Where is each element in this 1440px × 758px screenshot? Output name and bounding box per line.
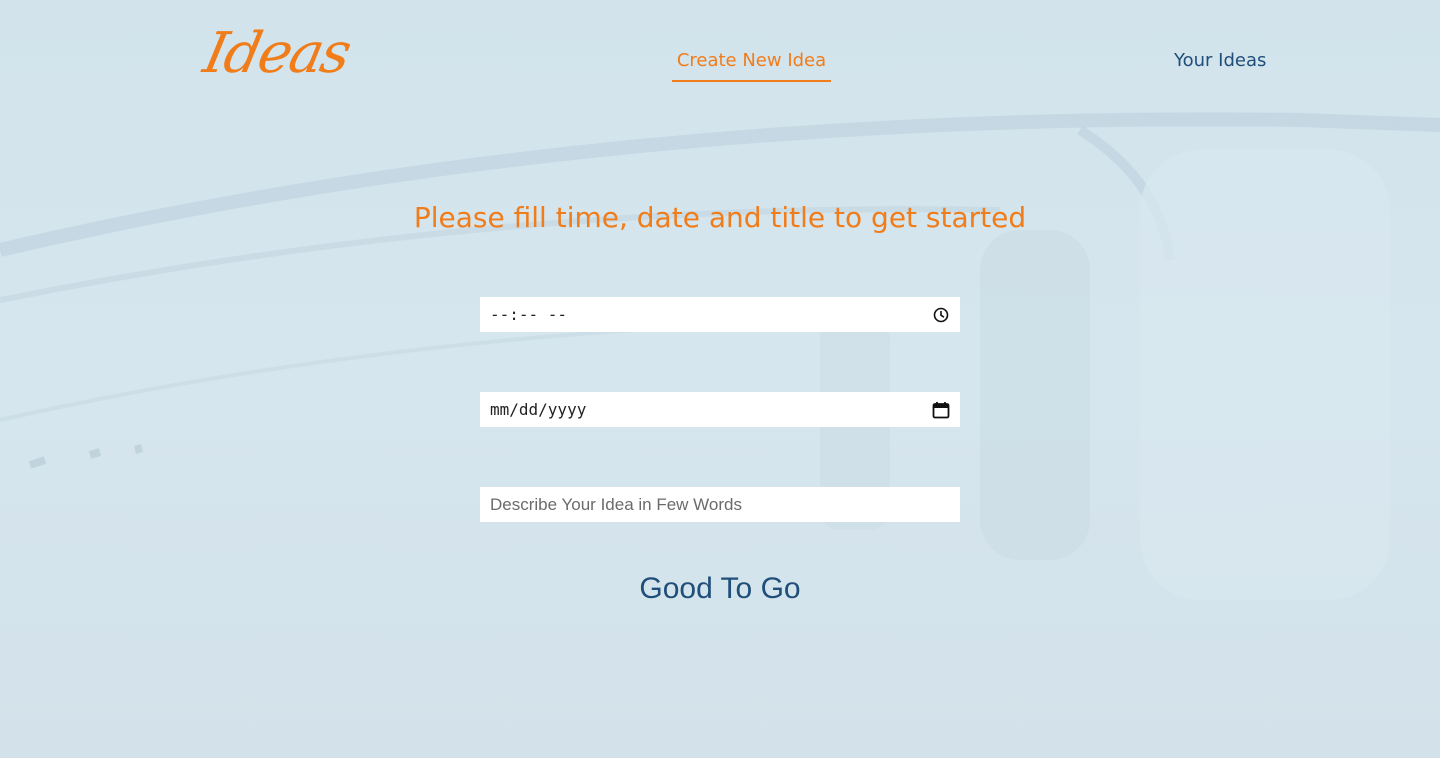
date-input[interactable]: mm/dd/yyyy bbox=[480, 392, 960, 427]
time-input-value: --:-- -- bbox=[490, 305, 568, 324]
submit-container: Good To Go bbox=[0, 568, 1440, 610]
background-image bbox=[0, 0, 1440, 758]
nav-your-ideas[interactable]: Your Ideas bbox=[1174, 48, 1266, 74]
clock-icon[interactable] bbox=[932, 306, 950, 324]
nav-create-new-idea[interactable]: Create New Idea bbox=[672, 48, 831, 82]
calendar-icon[interactable] bbox=[932, 401, 950, 419]
idea-title-input[interactable] bbox=[490, 487, 950, 522]
title-field[interactable] bbox=[480, 487, 960, 522]
time-input[interactable]: --:-- -- bbox=[480, 297, 960, 332]
date-input-value: mm/dd/yyyy bbox=[490, 400, 587, 419]
top-navigation: Ideas Create New Idea Your Ideas bbox=[0, 0, 1440, 110]
logo[interactable]: Ideas bbox=[196, 14, 356, 94]
form-heading: Please fill time, date and title to get … bbox=[413, 201, 1027, 234]
good-to-go-button[interactable]: Good To Go bbox=[635, 568, 804, 610]
